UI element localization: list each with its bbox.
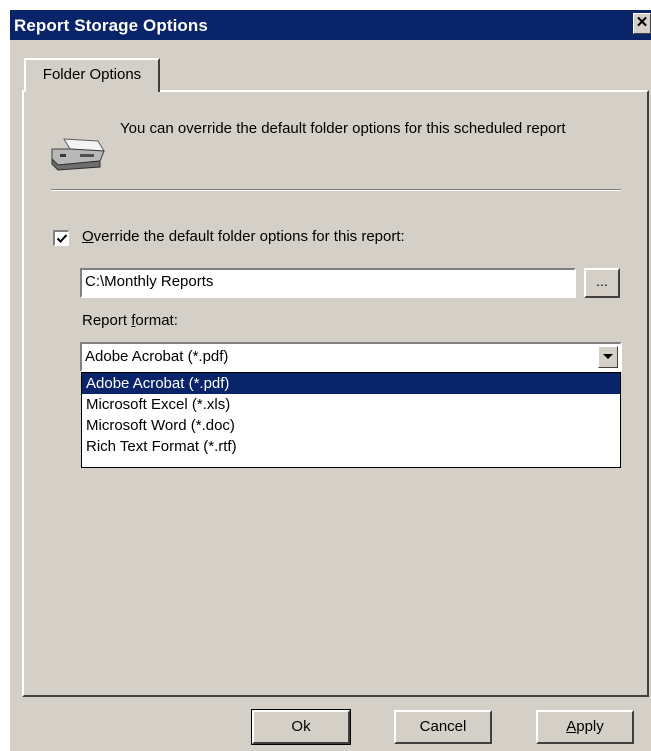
apply-button[interactable]: Apply — [536, 710, 634, 744]
cancel-button[interactable]: Cancel — [394, 710, 492, 744]
tab-label: Folder Options — [42, 66, 142, 83]
browse-button-label: ... — [596, 273, 608, 289]
report-storage-options-dialog: Report Storage Options ✕ Folder Options … — [10, 10, 651, 751]
report-format-select[interactable]: Adobe Acrobat (*.pdf) — [80, 342, 622, 372]
chevron-down-icon — [603, 354, 613, 359]
separator — [51, 189, 621, 191]
close-icon: ✕ — [635, 14, 649, 31]
tab-folder-options[interactable]: Folder Options — [24, 58, 160, 92]
close-button[interactable]: ✕ — [633, 13, 651, 34]
drive-icon — [50, 137, 106, 175]
report-format-selected-value: Adobe Acrobat (*.pdf) — [85, 348, 229, 365]
title-bar[interactable]: Report Storage Options ✕ — [10, 10, 651, 40]
ok-button-label: Ok — [291, 718, 311, 735]
dropdown-option-rtf[interactable]: Rich Text Format (*.rtf) — [82, 436, 620, 457]
info-text: You can override the default folder opti… — [120, 120, 566, 137]
browse-button[interactable]: ... — [584, 268, 620, 298]
folder-path-input[interactable]: C:\Monthly Reports — [80, 268, 576, 298]
checkmark-icon — [56, 234, 68, 243]
cancel-button-label: Cancel — [419, 718, 467, 735]
dropdown-option-doc[interactable]: Microsoft Word (*.doc) — [82, 415, 620, 436]
dropdown-option-xls[interactable]: Microsoft Excel (*.xls) — [82, 394, 620, 415]
override-checkbox[interactable] — [53, 230, 69, 246]
ok-button[interactable]: Ok — [251, 709, 351, 745]
report-format-dropdown-list: Adobe Acrobat (*.pdf) Microsoft Excel (*… — [81, 372, 621, 468]
apply-button-mnemonic: A — [566, 718, 577, 735]
window-title: Report Storage Options — [14, 16, 208, 35]
dropdown-arrow-button[interactable] — [598, 346, 618, 368]
override-label[interactable]: Override the default folder options for … — [82, 228, 405, 245]
override-label-text: verride the default folder options for t… — [93, 228, 405, 245]
report-format-label: Report format: — [82, 312, 178, 329]
override-label-mnemonic: O — [82, 228, 94, 245]
dropdown-option-pdf[interactable]: Adobe Acrobat (*.pdf) — [82, 373, 620, 394]
apply-button-label: pply — [576, 718, 604, 735]
